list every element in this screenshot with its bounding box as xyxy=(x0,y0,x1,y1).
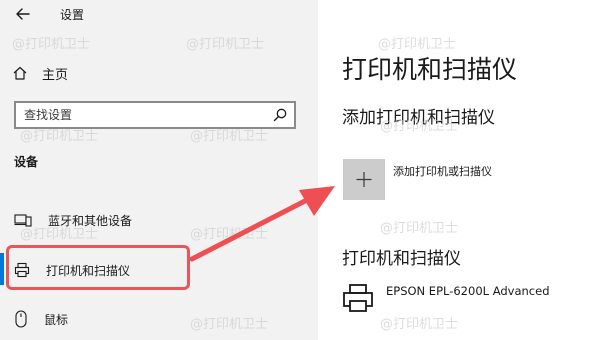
home-icon xyxy=(13,66,27,80)
mouse-icon xyxy=(15,310,27,328)
settings-sidebar: 设置 主页 设备 蓝牙和其他设备 打印机和扫描仪 xyxy=(0,0,318,340)
sidebar-item-home[interactable]: 主页 xyxy=(12,62,68,84)
printer-icon xyxy=(343,284,373,312)
sidebar-item-label: 鼠标 xyxy=(44,312,69,327)
page-title: 打印机和扫描仪 xyxy=(342,55,518,84)
sidebar-item-mouse[interactable]: 鼠标 xyxy=(14,308,68,330)
add-section-title: 添加打印机和扫描仪 xyxy=(342,108,495,128)
window-title: 设置 xyxy=(60,8,85,22)
back-button[interactable] xyxy=(12,4,36,24)
sidebar-item-label: 主页 xyxy=(42,67,69,83)
search-input[interactable] xyxy=(24,106,254,124)
add-printer-button[interactable] xyxy=(343,159,385,200)
main-panel: 打印机和扫描仪 添加打印机和扫描仪 添加打印机或扫描仪 打印机和扫描仪 EPSO… xyxy=(318,0,600,340)
bluetooth-devices-icon xyxy=(14,214,32,227)
search-icon xyxy=(273,108,287,122)
device-printer-icon xyxy=(342,282,374,318)
device-item[interactable]: EPSON EPL-6200L Advanced xyxy=(386,284,550,298)
section-heading: 设备 xyxy=(14,155,39,169)
sidebar-item-label: 蓝牙和其他设备 xyxy=(48,213,133,228)
highlight-box xyxy=(6,245,190,290)
sidebar-item-bluetooth[interactable]: 蓝牙和其他设备 xyxy=(14,209,132,231)
plus-icon xyxy=(356,172,372,187)
list-section-title: 打印机和扫描仪 xyxy=(342,249,461,269)
back-arrow-icon xyxy=(16,8,30,20)
selection-indicator xyxy=(0,253,4,285)
search-box[interactable] xyxy=(14,101,296,129)
add-printer-label[interactable]: 添加打印机或扫描仪 xyxy=(393,163,492,179)
